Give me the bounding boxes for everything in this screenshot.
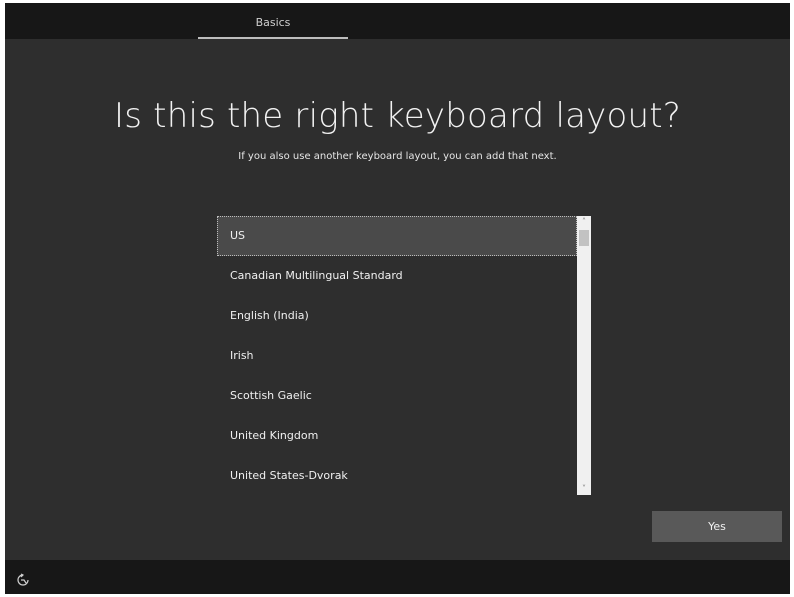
tab-basics-label: Basics xyxy=(255,16,291,29)
oobe-screen: Basics Is this the right keyboard layout… xyxy=(5,3,790,594)
list-item-scottish-gaelic[interactable]: Scottish Gaelic xyxy=(217,376,577,416)
scroll-thumb[interactable] xyxy=(579,230,589,246)
tab-underline xyxy=(198,37,348,39)
tab-basics: Basics xyxy=(198,3,348,39)
list-item-us[interactable]: US xyxy=(217,216,577,256)
bottom-bar xyxy=(5,560,790,594)
layout-list-items: US Canadian Multilingual Standard Englis… xyxy=(217,216,577,495)
yes-button[interactable]: Yes xyxy=(652,511,782,542)
list-item-united-kingdom[interactable]: United Kingdom xyxy=(217,416,577,456)
ease-of-access-icon[interactable] xyxy=(16,573,30,587)
list-scrollbar[interactable]: ˄ ˅ xyxy=(577,216,591,495)
top-bar: Basics xyxy=(5,3,790,39)
page-title: Is this the right keyboard layout? xyxy=(114,96,681,136)
page-subtitle: If you also use another keyboard layout,… xyxy=(238,151,557,162)
keyboard-layout-list[interactable]: US Canadian Multilingual Standard Englis… xyxy=(217,216,591,495)
list-item-irish[interactable]: Irish xyxy=(217,336,577,376)
list-item-united-states-dvorak[interactable]: United States-Dvorak xyxy=(217,456,577,495)
scroll-up-icon[interactable]: ˄ xyxy=(577,216,591,228)
list-item-canadian-multilingual[interactable]: Canadian Multilingual Standard xyxy=(217,256,577,296)
scroll-down-icon[interactable]: ˅ xyxy=(577,483,591,495)
list-item-english-india[interactable]: English (India) xyxy=(217,296,577,336)
